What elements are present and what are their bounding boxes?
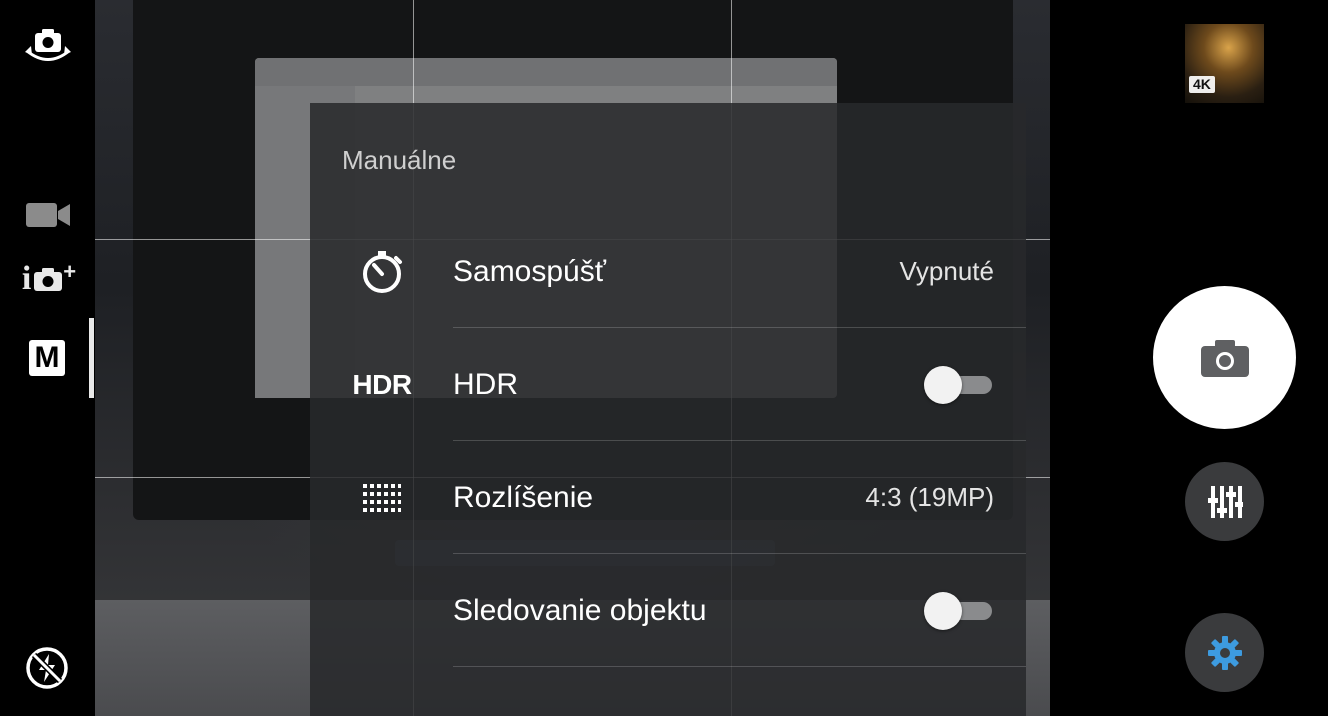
manual-settings-panel: Manuálne Samospúšť Vypnuté HDR HDR Rozlí…	[310, 103, 1026, 716]
setting-row-hdr[interactable]: HDR HDR	[310, 328, 1026, 441]
camera-small-icon	[34, 268, 63, 291]
camera-icon	[1200, 339, 1249, 377]
hdr-toggle[interactable]	[924, 366, 994, 404]
toggle-thumb	[924, 592, 962, 630]
self-timer-icon	[352, 215, 412, 328]
setting-row-resolution[interactable]: Rozlíšenie 4:3 (19MP)	[310, 441, 1026, 554]
flash-auto-icon[interactable]	[24, 645, 70, 691]
shutter-button[interactable]	[1153, 286, 1296, 429]
setting-value: Vypnuté	[899, 256, 994, 286]
superior-auto-mode[interactable]: i +	[16, 258, 82, 300]
active-mode-indicator	[89, 318, 94, 398]
last-photo-thumbnail[interactable]: 4K	[1185, 24, 1264, 103]
object-tracking-toggle[interactable]	[924, 592, 994, 630]
right-control-bar: 4K	[1050, 0, 1328, 716]
panel-title: Manuálne	[342, 145, 457, 175]
hdr-icon: HDR	[352, 328, 412, 441]
video-camera-icon[interactable]	[24, 198, 72, 232]
toggle-thumb	[924, 366, 962, 404]
hdr-icon-text: HDR	[352, 368, 412, 400]
superior-auto-plus: +	[63, 259, 77, 284]
sliders-icon	[1207, 485, 1243, 518]
camera-switch-icon[interactable]	[18, 22, 78, 72]
divider	[453, 666, 1026, 667]
gear-icon	[1207, 635, 1242, 670]
4k-badge: 4K	[1189, 76, 1215, 93]
setting-row-object-tracking[interactable]: Sledovanie objektu	[310, 554, 1026, 667]
settings-button[interactable]	[1185, 613, 1264, 692]
superior-auto-i: i	[21, 260, 32, 297]
setting-label: Sledovanie objektu	[453, 594, 707, 627]
setting-label: HDR	[453, 368, 518, 401]
setting-row-self-timer[interactable]: Samospúšť Vypnuté	[310, 215, 1026, 328]
setting-value: 4:3 (19MP)	[865, 482, 994, 512]
manual-adjust-button[interactable]	[1185, 462, 1264, 541]
manual-mode-button[interactable]: M	[29, 340, 65, 376]
manual-mode-label: M	[34, 341, 60, 374]
setting-label: Rozlíšenie	[453, 481, 594, 514]
left-mode-bar: i + M	[0, 0, 95, 716]
resolution-grid-icon	[352, 441, 412, 554]
setting-label: Samospúšť	[453, 255, 606, 288]
